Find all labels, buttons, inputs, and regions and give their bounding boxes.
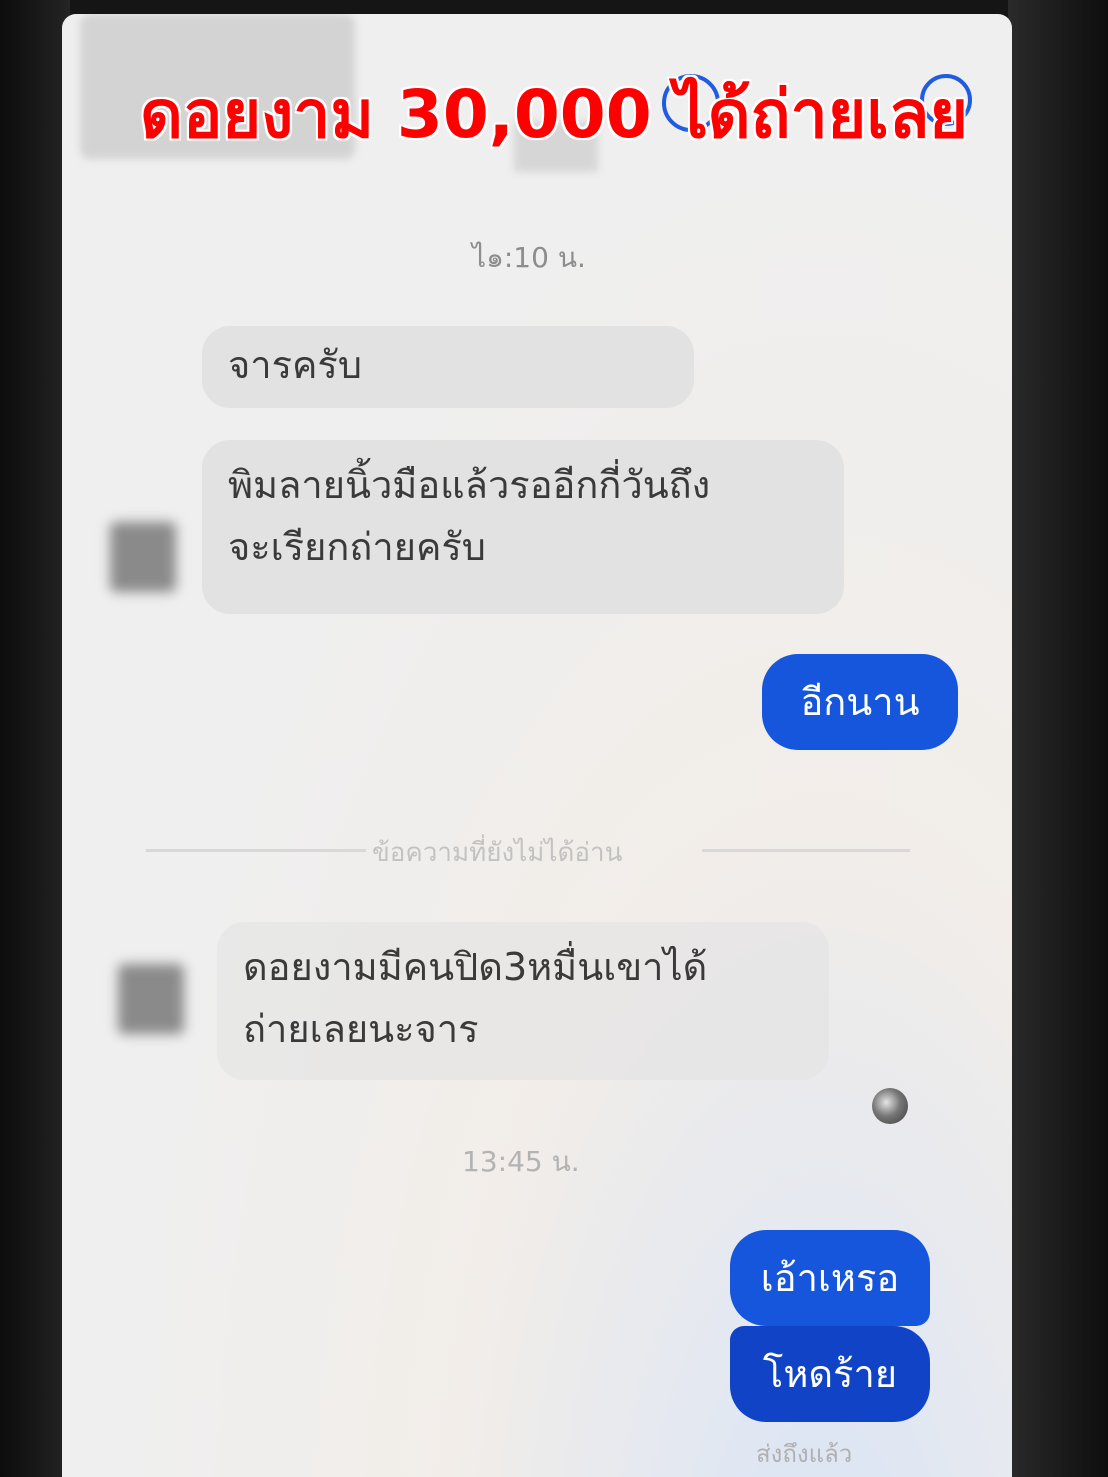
message-text-line: ถ่ายเลยนะจาร [243, 1007, 479, 1051]
chat-screen: ไ๑:10 น. จารครับ พิมลายนิ้วมือแล้วรออีกก… [62, 14, 1012, 1477]
delivery-status: ส่งถึงแล้ว [756, 1440, 853, 1468]
message-text-line: ดอยงามมีคนปิด3หมื่นเขาได้ [243, 945, 708, 989]
message-text: โหดร้าย [762, 1352, 898, 1396]
outgoing-message-bubble[interactable]: โหดร้าย [730, 1326, 930, 1422]
overlay-caption: ดอยงาม 30,000 ได้ถ่ายเลย [139, 75, 969, 154]
sender-avatar[interactable] [110, 522, 176, 592]
unread-divider-label: ข้อความที่ยังไม่ได้อ่าน [372, 838, 623, 868]
unread-divider-line [702, 849, 910, 852]
sender-avatar[interactable] [118, 964, 184, 1034]
message-timestamp: 13:45 น. [462, 1145, 580, 1178]
monitor-bezel-left [0, 0, 70, 1477]
monitor-bezel-right [1008, 0, 1108, 1477]
incoming-message-bubble[interactable]: ดอยงามมีคนปิด3หมื่นเขาได้ ถ่ายเลยนะจาร [217, 922, 829, 1080]
outgoing-message-bubble[interactable]: อีกนาน [762, 654, 958, 750]
message-text: อีกนาน [800, 680, 920, 724]
message-timestamp: ไ๑:10 น. [472, 241, 586, 274]
incoming-message-bubble[interactable]: พิมลายนิ้วมือแล้วรออีกกี่วันถึง จะเรียกถ… [202, 440, 844, 614]
incoming-message-bubble[interactable]: จารครับ [202, 326, 694, 408]
unread-divider-line [146, 849, 366, 852]
message-text-line: พิมลายนิ้วมือแล้วรออีกกี่วันถึง [228, 463, 711, 507]
message-text: เอ้าเหรอ [760, 1256, 900, 1300]
outgoing-message-bubble[interactable]: เอ้าเหรอ [730, 1230, 930, 1326]
read-receipt-avatar [872, 1088, 908, 1124]
message-text-line: จะเรียกถ่ายครับ [228, 525, 486, 569]
message-text: จารครับ [228, 343, 362, 387]
